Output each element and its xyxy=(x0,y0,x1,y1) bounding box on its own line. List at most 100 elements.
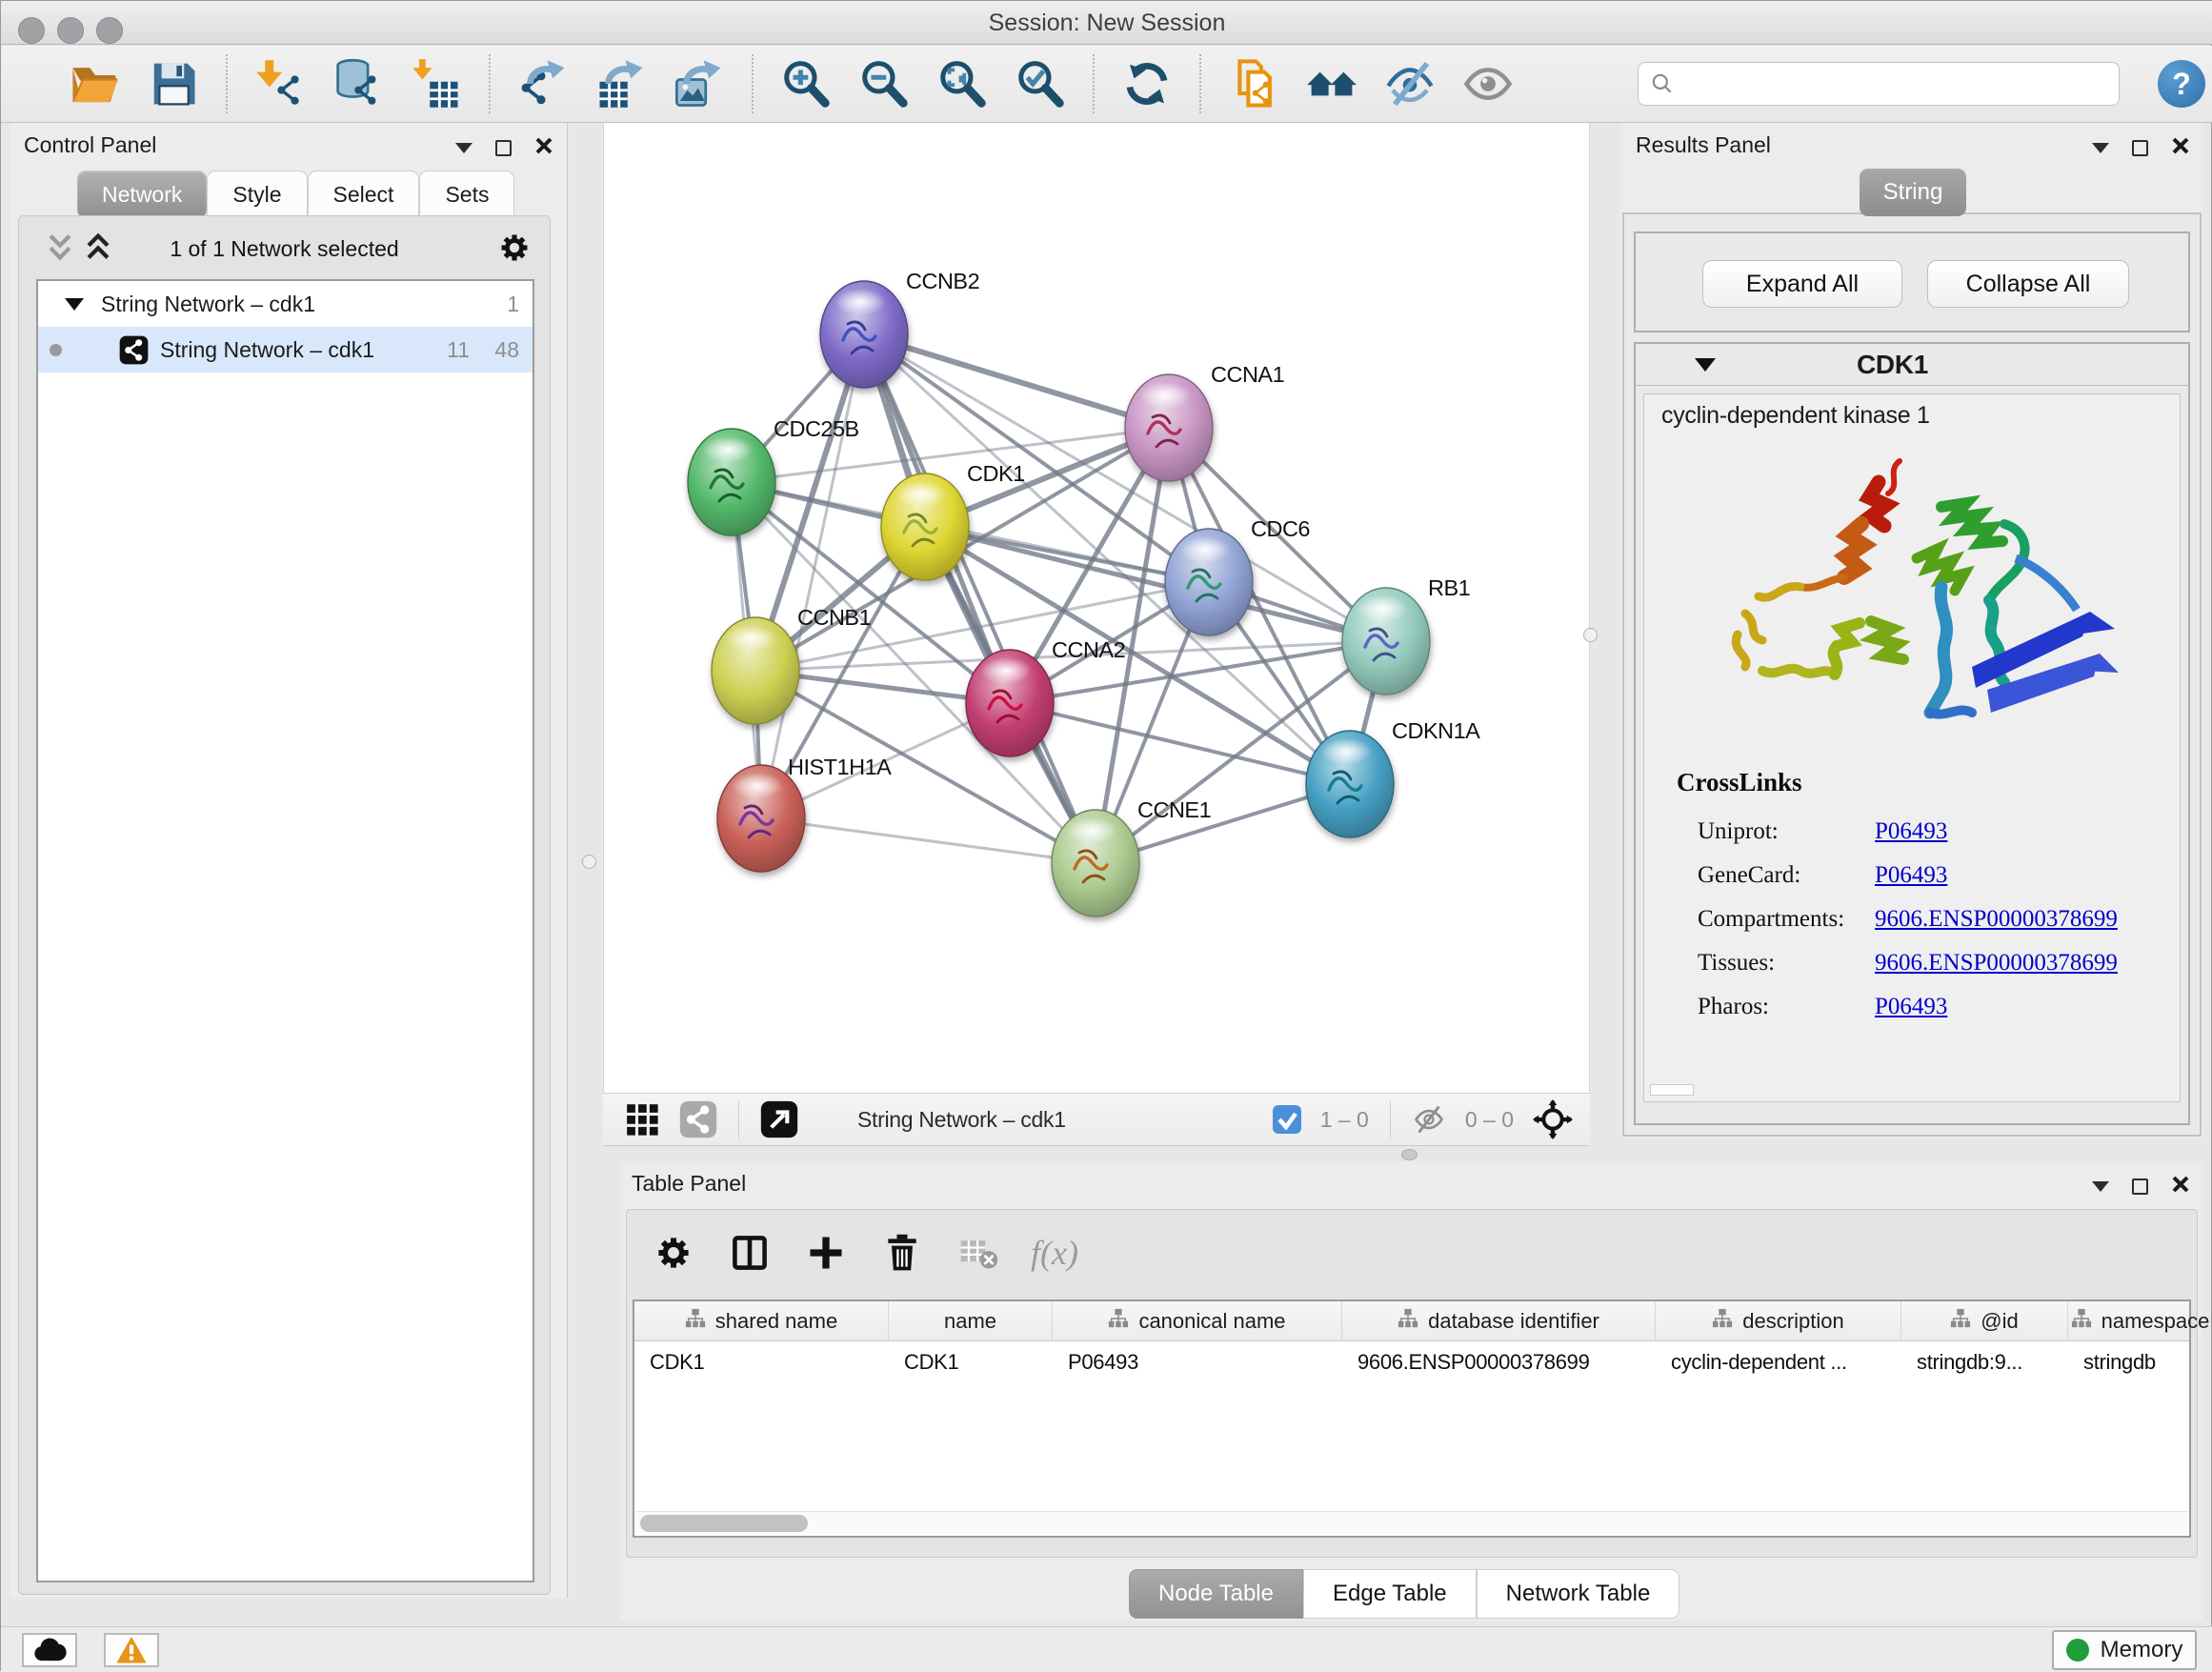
collection-expander-icon[interactable] xyxy=(65,298,84,311)
scrollbar-thumb[interactable] xyxy=(640,1515,808,1532)
export-network-button[interactable] xyxy=(516,57,570,111)
table-cell[interactable]: stringdb xyxy=(2068,1341,2212,1383)
network-collection-row[interactable]: String Network – cdk1 1 xyxy=(38,281,533,327)
tab-sets[interactable]: Sets xyxy=(419,171,514,218)
birds-eye-grid-icon[interactable] xyxy=(624,1101,660,1138)
network-node-CDC6[interactable] xyxy=(1165,529,1253,635)
left-splitter-handle[interactable] xyxy=(582,855,596,869)
save-session-button[interactable] xyxy=(147,57,200,111)
import-network-database-button[interactable] xyxy=(332,57,385,111)
cloud-button[interactable] xyxy=(22,1633,77,1667)
memory-button[interactable]: Memory xyxy=(2052,1630,2197,1670)
zoom-fit-button[interactable] xyxy=(935,57,989,111)
tab-edge-table[interactable]: Edge Table xyxy=(1303,1569,1477,1619)
hide-selected-button[interactable] xyxy=(1383,57,1437,111)
network-node-CDK1[interactable] xyxy=(881,473,969,580)
tab-string[interactable]: String xyxy=(1860,169,1966,216)
horizontal-scrollbar[interactable] xyxy=(636,1511,2187,1534)
help-button[interactable]: ? xyxy=(2158,60,2205,108)
panel-splitter[interactable] xyxy=(603,1147,1590,1160)
crosslink-link[interactable]: 9606.ENSP00000378699 xyxy=(1875,950,2118,977)
zoom-out-button[interactable] xyxy=(857,57,911,111)
node-table[interactable]: shared namenamecanonical namedatabase id… xyxy=(633,1299,2191,1538)
node-label-CCNA2: CCNA2 xyxy=(1052,637,1125,662)
first-neighbors-button[interactable] xyxy=(1305,57,1358,111)
add-column-icon[interactable] xyxy=(802,1229,850,1277)
gear-icon[interactable] xyxy=(650,1229,697,1277)
open-session-button[interactable] xyxy=(69,57,122,111)
maximize-panel-icon[interactable] xyxy=(2132,1178,2148,1195)
string-panel-icon[interactable] xyxy=(679,1100,717,1138)
open-in-window-icon[interactable] xyxy=(760,1100,798,1138)
maximize-panel-icon[interactable] xyxy=(495,140,512,156)
crosslink-link[interactable]: P06493 xyxy=(1875,994,1947,1020)
tab-style[interactable]: Style xyxy=(207,171,307,218)
column-header-namespace[interactable]: namespace xyxy=(2068,1301,2212,1340)
table-cell[interactable]: P06493 xyxy=(1053,1341,1342,1383)
tab-node-table[interactable]: Node Table xyxy=(1129,1569,1303,1619)
tab-network[interactable]: Network xyxy=(77,171,207,218)
refresh-view-button[interactable] xyxy=(1120,57,1174,111)
network-node-CCNA1[interactable] xyxy=(1125,374,1213,481)
column-header-@id[interactable]: @id xyxy=(1901,1301,2068,1340)
zoom-selected-button[interactable] xyxy=(1014,57,1067,111)
right-splitter-handle[interactable] xyxy=(1583,628,1598,642)
crosslink-link[interactable]: P06493 xyxy=(1875,862,1947,889)
network-node-CDKN1A[interactable] xyxy=(1306,731,1394,837)
float-panel-icon[interactable] xyxy=(455,143,473,153)
network-node-HIST1H1A[interactable] xyxy=(717,765,805,872)
search-input[interactable] xyxy=(1675,71,2119,96)
show-columns-icon[interactable] xyxy=(726,1229,774,1277)
network-edge[interactable] xyxy=(864,334,1096,863)
network-node-CCNB2[interactable] xyxy=(820,281,908,388)
gene-collapse-icon[interactable] xyxy=(1695,358,1716,372)
close-panel-icon[interactable] xyxy=(2171,136,2190,160)
network-node-CDC25B[interactable] xyxy=(688,429,775,535)
column-header-database-identifier[interactable]: database identifier xyxy=(1342,1301,1656,1340)
expand-all-button[interactable]: Expand All xyxy=(1702,260,1902,308)
column-header-shared-name[interactable]: shared name xyxy=(634,1301,889,1340)
network-row-selected[interactable]: String Network – cdk1 11 48 xyxy=(38,327,533,373)
network-edge[interactable] xyxy=(864,334,1169,428)
float-panel-icon[interactable] xyxy=(2092,1181,2109,1192)
export-image-button[interactable] xyxy=(673,57,726,111)
network-canvas[interactable]: CCNB2CCNA1CDC25BCDK1CDC6RB1CCNB1CCNA2CDK… xyxy=(603,123,1590,1093)
table-cell[interactable]: CDK1 xyxy=(889,1341,1053,1383)
column-header-name[interactable]: name xyxy=(889,1301,1053,1340)
table-cell[interactable]: cyclin-dependent ... xyxy=(1656,1341,1901,1383)
network-node-CCNA2[interactable] xyxy=(966,650,1054,756)
search-field[interactable] xyxy=(1638,62,2120,106)
selected-checkbox-icon[interactable] xyxy=(1273,1105,1301,1134)
float-panel-icon[interactable] xyxy=(2092,143,2109,153)
network-edge[interactable] xyxy=(761,818,1096,863)
gear-icon[interactable] xyxy=(496,230,533,271)
network-node-RB1[interactable] xyxy=(1342,588,1430,695)
import-network-file-button[interactable] xyxy=(253,57,307,111)
import-table-button[interactable] xyxy=(410,57,463,111)
tab-network-table[interactable]: Network Table xyxy=(1477,1569,1680,1619)
network-node-CCNB1[interactable] xyxy=(712,617,799,724)
tab-select[interactable]: Select xyxy=(308,171,420,218)
export-table-button[interactable] xyxy=(594,57,648,111)
fit-selected-crosshair-icon[interactable] xyxy=(1533,1099,1573,1139)
crosslink-link[interactable]: P06493 xyxy=(1875,818,1947,845)
collapse-all-button[interactable]: Collapse All xyxy=(1927,260,2129,308)
table-cell[interactable]: 9606.ENSP00000378699 xyxy=(1342,1341,1656,1383)
table-row[interactable]: CDK1CDK1P064939606.ENSP00000378699cyclin… xyxy=(634,1341,2189,1383)
table-cell[interactable]: stringdb:9... xyxy=(1901,1341,2068,1383)
search-icon xyxy=(1650,71,1675,96)
duplicate-network-button[interactable] xyxy=(1227,57,1280,111)
warning-button[interactable] xyxy=(104,1633,159,1667)
close-panel-icon[interactable] xyxy=(534,136,553,160)
show-all-button[interactable] xyxy=(1461,57,1515,111)
delete-column-trash-icon[interactable] xyxy=(878,1229,926,1277)
column-header-canonical-name[interactable]: canonical name xyxy=(1053,1301,1342,1340)
network-node-CCNE1[interactable] xyxy=(1052,810,1139,917)
crosslink-link[interactable]: 9606.ENSP00000378699 xyxy=(1875,906,2118,933)
maximize-panel-icon[interactable] xyxy=(2132,140,2148,156)
column-header-description[interactable]: description xyxy=(1656,1301,1901,1340)
close-panel-icon[interactable] xyxy=(2171,1175,2190,1199)
zoom-in-button[interactable] xyxy=(779,57,833,111)
network-edge[interactable] xyxy=(1010,703,1350,784)
table-cell[interactable]: CDK1 xyxy=(634,1341,889,1383)
